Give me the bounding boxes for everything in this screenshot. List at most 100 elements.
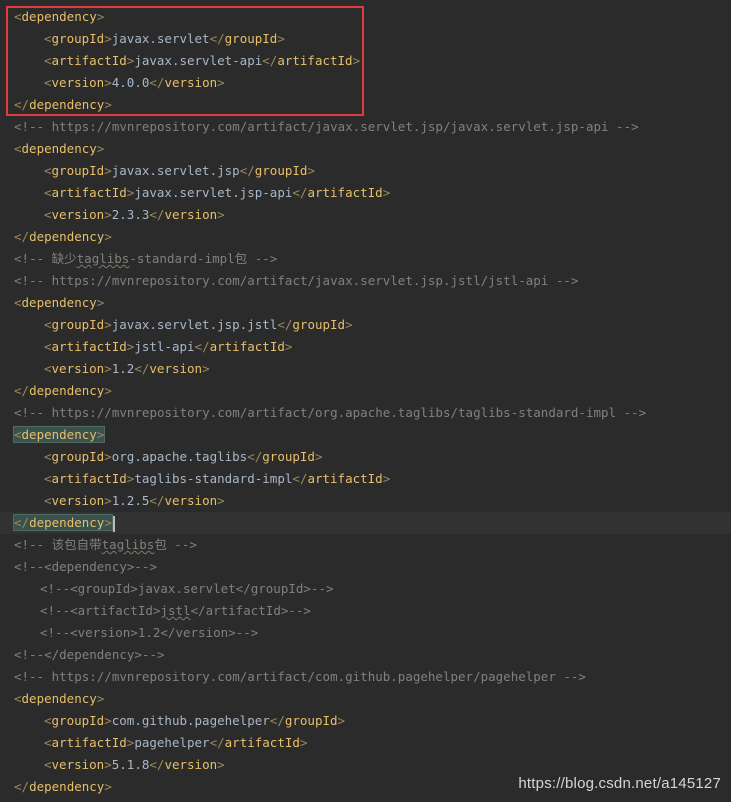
tag-name: groupId	[292, 317, 346, 332]
tag-bracket: >	[96, 691, 105, 706]
tag-bracket: <	[44, 53, 52, 68]
tag-bracket: </	[194, 339, 210, 354]
tag-name: artifactId	[307, 471, 383, 486]
tag-bracket: >	[337, 713, 346, 728]
xml-open-tag: <dependency>	[14, 691, 104, 706]
tag-bracket: >	[104, 383, 112, 398]
code-line[interactable]: </dependency>	[0, 380, 731, 402]
tag-bracket: >	[104, 207, 112, 222]
comment-text: <!-- 该包自带	[14, 537, 102, 552]
tag-bracket: </	[239, 163, 255, 178]
code-line[interactable]: <artifactId>javax.servlet.jsp-api</artif…	[0, 182, 731, 204]
code-line[interactable]: <version>1.2</version>	[0, 358, 731, 380]
xml-comment: <!-- https://mvnrepository.com/artifact/…	[14, 273, 579, 288]
xml-comment: <!-- 缺少taglibs-standard-impl包 -->	[14, 251, 277, 266]
code-line[interactable]: <artifactId>javax.servlet-api</artifactI…	[0, 50, 731, 72]
code-line[interactable]: <artifactId>jstl-api</artifactId>	[0, 336, 731, 358]
tag-bracket: >	[104, 229, 112, 244]
xml-comment: <!-- 该包自带taglibs包 -->	[14, 537, 197, 552]
tag-bracket: >	[217, 75, 225, 90]
xml-open-tag: <version>	[44, 361, 112, 376]
code-line[interactable]: <groupId>javax.servlet.jsp.jstl</groupId…	[0, 314, 731, 336]
tag-name: artifactId	[307, 185, 383, 200]
code-line[interactable]: <version>5.1.8</version>	[0, 754, 731, 776]
code-line[interactable]: <!-- https://mvnrepository.com/artifact/…	[0, 402, 731, 424]
xml-open-tag: <groupId>	[44, 449, 112, 464]
tag-bracket: <	[44, 471, 52, 486]
tag-bracket: >	[96, 141, 105, 156]
code-line[interactable]: <!--</dependency>-->	[0, 644, 731, 666]
code-line[interactable]: <version>2.3.3</version>	[0, 204, 731, 226]
xml-open-tag: <version>	[44, 493, 112, 508]
tag-bracket: </	[14, 779, 30, 794]
tag-bracket: >	[104, 31, 112, 46]
tag-bracket: <	[44, 185, 52, 200]
code-line[interactable]: <dependency>	[0, 292, 731, 314]
code-line[interactable]: <!-- https://mvnrepository.com/artifact/…	[0, 270, 731, 292]
tag-bracket: </	[14, 515, 30, 530]
tag-bracket: >	[96, 295, 105, 310]
code-line[interactable]: <!-- https://mvnrepository.com/artifact/…	[0, 666, 731, 688]
code-line[interactable]: <groupId>javax.servlet.jsp</groupId>	[0, 160, 731, 182]
tag-bracket: >	[307, 163, 315, 178]
code-line[interactable]: <dependency>	[0, 424, 731, 446]
tag-bracket: <	[44, 75, 52, 90]
code-line[interactable]: <dependency>	[0, 688, 731, 710]
tag-name: groupId	[51, 449, 105, 464]
tag-name: artifactId	[51, 471, 127, 486]
tag-bracket: >	[104, 449, 112, 464]
tag-value: pagehelper	[134, 735, 210, 750]
xml-open-tag: <artifactId>	[44, 339, 134, 354]
xml-close-tag: </version>	[149, 207, 224, 222]
tag-value: javax.servlet-api	[134, 53, 263, 68]
code-line[interactable]: <version>1.2.5</version>	[0, 490, 731, 512]
code-line[interactable]: <dependency>	[0, 6, 731, 28]
tag-bracket: >	[96, 427, 105, 442]
xml-close-tag: </dependency>	[14, 97, 112, 112]
code-line[interactable]: <!--<groupId>javax.servlet</groupId>-->	[0, 578, 731, 600]
code-line[interactable]: <!--<artifactId>jstl</artifactId>-->	[0, 600, 731, 622]
tag-value: javax.servlet.jsp.jstl	[111, 317, 278, 332]
comment-text: <!--<artifactId>	[40, 603, 161, 618]
tag-bracket: >	[217, 493, 225, 508]
code-editor[interactable]: <dependency> <groupId>javax.servlet</grou…	[0, 6, 731, 798]
code-line[interactable]: <!-- https://mvnrepository.com/artifact/…	[0, 116, 731, 138]
tag-name: version	[51, 757, 105, 772]
code-line[interactable]: <version>4.0.0</version>	[0, 72, 731, 94]
xml-comment: <!--<version>1.2</version>-->	[40, 625, 259, 640]
code-line[interactable]: <groupId>com.github.pagehelper</groupId>	[0, 710, 731, 732]
code-line[interactable]: </dependency>	[0, 512, 731, 534]
code-line[interactable]: <groupId>javax.servlet</groupId>	[0, 28, 731, 50]
tag-bracket: <	[44, 757, 52, 772]
tag-bracket: <	[44, 339, 52, 354]
code-line[interactable]: <artifactId>pagehelper</artifactId>	[0, 732, 731, 754]
code-line[interactable]: <!-- 缺少taglibs-standard-impl包 -->	[0, 248, 731, 270]
tag-name: version	[164, 207, 218, 222]
code-line[interactable]: </dependency>	[0, 226, 731, 248]
tag-bracket: >	[104, 493, 112, 508]
tag-value: 1.2.5	[111, 493, 150, 508]
xml-open-tag: <dependency>	[14, 9, 104, 24]
code-line[interactable]: <artifactId>taglibs-standard-impl</artif…	[0, 468, 731, 490]
xml-open-tag: <dependency>	[14, 295, 104, 310]
tag-name: version	[51, 361, 105, 376]
code-line[interactable]: <!--<dependency>-->	[0, 556, 731, 578]
xml-close-tag: </groupId>	[210, 31, 285, 46]
spellcheck-word: taglibs	[76, 251, 130, 266]
code-line[interactable]: <!-- 该包自带taglibs包 -->	[0, 534, 731, 556]
tag-bracket: </	[292, 185, 308, 200]
code-line[interactable]: <groupId>org.apache.taglibs</groupId>	[0, 446, 731, 468]
xml-open-tag: <dependency>	[14, 141, 104, 156]
code-line[interactable]: </dependency>	[0, 94, 731, 116]
tag-value: javax.servlet.jsp	[111, 163, 240, 178]
xml-close-tag: </groupId>	[247, 449, 322, 464]
xml-close-tag: </artifactId>	[210, 735, 308, 750]
xml-close-tag: </artifactId>	[195, 339, 293, 354]
tag-name: version	[164, 75, 218, 90]
code-line[interactable]: <!--<version>1.2</version>-->	[0, 622, 731, 644]
tag-bracket: <	[44, 493, 52, 508]
tag-bracket: >	[284, 339, 293, 354]
tag-name: version	[164, 757, 218, 772]
tag-bracket: </	[277, 317, 293, 332]
code-line[interactable]: <dependency>	[0, 138, 731, 160]
